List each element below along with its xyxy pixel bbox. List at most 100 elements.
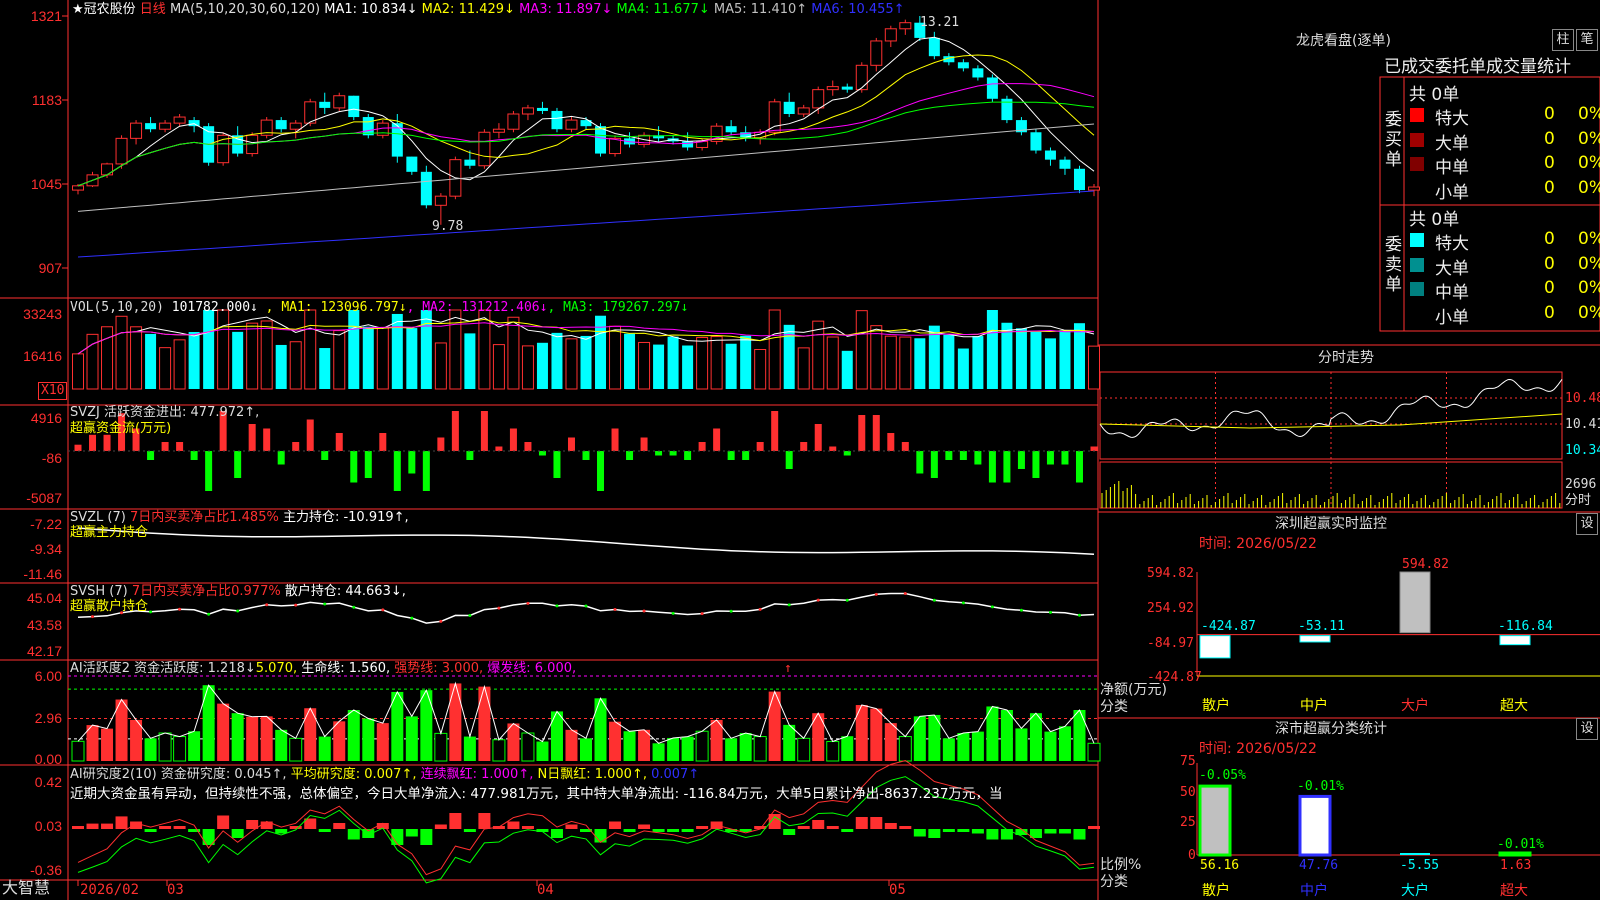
retail-holding-dot [642,609,646,613]
activity-bar [158,732,172,762]
volume-bar-down [420,310,432,389]
sz-monitor-value: 594.82 [1402,557,1449,572]
ai1-v2: 5.070, [255,661,298,676]
sell-row-pct: 0% [1578,302,1600,323]
tab-volume-stats[interactable]: 成交量统计 [1486,57,1571,77]
fund-bar-out [785,451,793,469]
retail-holding-dot [990,605,994,609]
sz-monitor-cat: 散户 [1202,698,1230,714]
volume-bar-up [507,316,520,390]
candle-body-down [536,107,548,111]
retail-holding-dot [671,611,675,615]
research-bar [812,820,825,829]
sz-monitor-bar [1199,635,1231,659]
activity-bar [826,741,840,762]
activity-bar [753,736,767,762]
main-chart-svg[interactable] [0,0,1600,900]
fund-bar-out [1046,451,1054,465]
candle-body-down [145,123,157,130]
sz-monitor-title: 深圳超赢实时监控 [1275,516,1387,532]
activity-bar [260,716,273,761]
tab-done[interactable]: 已成交 [1384,57,1435,77]
ma-line-4 [77,101,1095,187]
activity-bar [507,723,520,761]
bar-mode-button[interactable]: 柱 [1552,29,1574,51]
fund-bar-in [335,433,343,451]
research-bar [1073,829,1086,840]
tick-mode-button[interactable]: 笔 [1576,29,1598,51]
candle-body-up [768,101,781,133]
candle-body-down [972,68,984,78]
fund-bar-in [887,433,895,451]
research-bar [1000,829,1013,840]
activity-bar [884,723,897,761]
research-bar [391,829,404,845]
research-bar [449,813,462,829]
fund-bar-out [582,451,590,460]
buy-swatch [1410,157,1424,171]
buy-row-pct: 0% [1578,153,1600,173]
volume-bar-up [521,345,534,390]
sell-row-name: 中单 [1435,283,1469,303]
fund-bar-out [393,451,401,491]
candle-body-down [725,126,737,133]
buy-row-value: 0 [1544,177,1555,198]
sz-monitor-time: 时间: 2026/05/22 [1199,536,1317,552]
fund-bar-in [567,437,575,451]
activity-bar [783,724,796,761]
candle-body-up [333,95,346,109]
period-label[interactable]: 日线 [140,2,166,17]
candle-body-up [115,137,128,165]
activity-bar [1015,728,1028,761]
candle-body-down [1059,159,1071,169]
sz-monitor-cat: 中户 [1300,698,1328,714]
ma-value-1: MA1: 10.834↓ [324,2,418,17]
sz-class-delta: -0.01% [1297,779,1344,794]
activity-bar [739,733,752,761]
stock-terminal: ★冠农股份 日线 MA(5,10,20,30,60,120) MA1: 10.8… [0,0,1600,900]
volume-bar-down [362,326,374,389]
research-bar [420,829,433,845]
activity-bar [725,738,738,761]
volume-bar-down [682,345,694,389]
research-bar [899,826,912,829]
fund-bar-in [248,424,256,451]
sell-side-label: 委卖单 [1385,235,1402,295]
fund-bar-out [190,451,198,460]
sz-class-bar [1498,851,1532,857]
candle-body-down [783,101,795,114]
retail-holding-dot [323,602,327,606]
fund-bar-in [509,428,517,451]
svzl-header: SVZL (7) 7日内买卖净占比1.485% 主力持仓: -10.919↑, [70,510,409,526]
activity-bar [841,736,854,761]
candle-body-down [986,77,998,99]
sell-row-value: 0 [1544,278,1555,298]
retail-holding-dot [874,592,878,596]
retail-holding-dot [903,592,907,596]
retail-holding-dot [439,619,443,623]
candle-body-up [289,122,302,130]
ai2-v3: 连续飘红: 1.000↑, [416,767,534,782]
retail-holding-dot [468,613,472,617]
sz-class-settings-button[interactable]: 设 [1576,718,1598,740]
activity-bar [1029,713,1042,761]
fund-bar-in [640,437,648,451]
activity-bar [667,737,680,761]
tab-orders[interactable]: 委托单 [1435,57,1486,77]
research-bar [913,829,926,837]
sz-class-value: 1.63 [1500,858,1532,873]
activity-bar [173,736,187,762]
ai1-arrow: ↑ [784,661,792,676]
retail-holding-dot [207,612,211,616]
svzj-label: SVZJ 活跃资金进出: 477.972↑, [70,405,260,420]
sell-total: 共 0单 [1409,210,1460,230]
activity-bar [594,698,607,761]
stock-name[interactable]: ★冠农股份 [72,2,136,17]
candle-body-up [521,107,534,115]
fund-bar-out [597,451,605,491]
buy-row-pct: 0% [1578,128,1600,149]
volume-bar-up [130,326,143,390]
sz-monitor-settings-button[interactable]: 设 [1576,513,1598,535]
retail-holding-dot [381,608,385,612]
research-bar [623,829,636,832]
